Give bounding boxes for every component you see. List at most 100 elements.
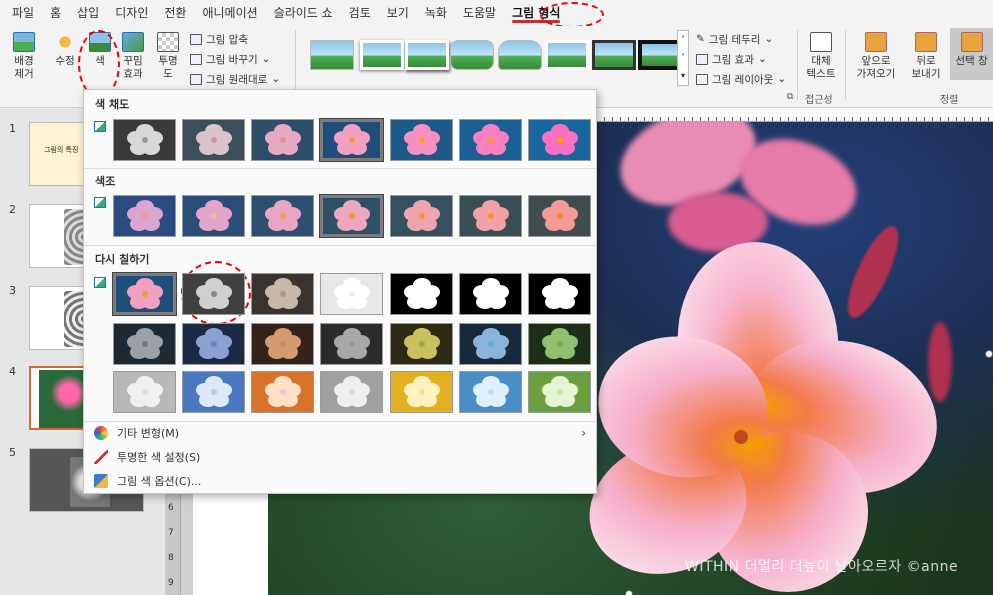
menu-help[interactable]: 도움말 bbox=[455, 0, 504, 26]
remove-background-label: 배경 제거 bbox=[14, 55, 34, 80]
menu-slideshow[interactable]: 슬라이드 쇼 bbox=[266, 0, 341, 26]
recolor-option-21[interactable] bbox=[528, 371, 591, 413]
change-picture-button[interactable]: 그림 바꾸기 ⌄ bbox=[190, 50, 270, 68]
artistic-effects-label: 꾸밈 효과 bbox=[123, 55, 143, 80]
recolor-option-10[interactable] bbox=[251, 323, 314, 365]
menu-review[interactable]: 검토 bbox=[341, 0, 379, 26]
recolor-option-20[interactable] bbox=[459, 371, 522, 413]
bring-forward-label: 앞으로 가져오기 bbox=[856, 55, 896, 80]
bring-forward-button[interactable]: 앞으로 가져오기 bbox=[850, 28, 902, 81]
transparency-icon bbox=[157, 32, 179, 52]
selection-pane-button[interactable]: 선택 창 bbox=[950, 28, 993, 80]
picture-color-icon bbox=[89, 32, 111, 52]
tone-option-5[interactable] bbox=[390, 195, 453, 237]
bring-forward-icon bbox=[865, 32, 887, 52]
recolor-option-1[interactable] bbox=[112, 272, 177, 316]
recolor-option-7[interactable] bbox=[528, 273, 591, 315]
sun-icon bbox=[54, 32, 76, 52]
saturation-option-2[interactable] bbox=[182, 119, 245, 161]
recolor-option-4[interactable] bbox=[320, 273, 383, 315]
saturation-option-4[interactable] bbox=[319, 118, 384, 162]
change-picture-label: 그림 바꾸기 bbox=[206, 53, 258, 66]
menu-file[interactable]: 파일 bbox=[4, 0, 42, 26]
menu-home[interactable]: 홈 bbox=[42, 0, 69, 26]
selection-handle[interactable] bbox=[625, 590, 633, 595]
send-backward-button[interactable]: 뒤로 보내기 bbox=[904, 28, 948, 81]
picture-style-7[interactable] bbox=[592, 40, 636, 70]
picture-style-4[interactable] bbox=[450, 40, 494, 70]
artistic-effects-button[interactable]: 꾸밈 효과 bbox=[118, 28, 148, 81]
picture-color-options-item[interactable]: 그림 색 옵션(C)... bbox=[84, 469, 596, 493]
picture-style-6[interactable] bbox=[545, 40, 589, 70]
tone-option-7[interactable] bbox=[528, 195, 591, 237]
set-transparent-color-item[interactable]: 투명한 색 설정(S) bbox=[84, 445, 596, 469]
picture-border-button[interactable]: ✎ 그림 테두리 ⌄ bbox=[696, 30, 773, 48]
section-separator bbox=[84, 168, 596, 169]
slide-page-edge bbox=[193, 490, 269, 595]
tone-option-1[interactable] bbox=[113, 195, 176, 237]
section-separator bbox=[84, 245, 596, 246]
saturation-option-7[interactable] bbox=[528, 119, 591, 161]
slide-number: 2 bbox=[9, 203, 16, 216]
more-variations-item[interactable]: 기타 변형(M) › bbox=[84, 421, 596, 445]
picture-style-5[interactable] bbox=[498, 40, 542, 70]
recolor-option-2[interactable] bbox=[182, 273, 245, 315]
eyedropper-icon bbox=[94, 450, 108, 464]
picture-style-1[interactable] bbox=[310, 40, 354, 70]
saturation-option-1[interactable] bbox=[113, 119, 176, 161]
gallery-scroll[interactable]: ˄ ˅ ▾ bbox=[677, 30, 689, 86]
recolor-option-5[interactable] bbox=[390, 273, 453, 315]
dialog-launcher-icon[interactable]: ⧉ bbox=[787, 92, 793, 102]
recolor-option-11[interactable] bbox=[320, 323, 383, 365]
picture-effects-button[interactable]: 그림 효과 ⌄ bbox=[696, 50, 767, 68]
recolor-option-12[interactable] bbox=[390, 323, 453, 365]
recolor-option-16[interactable] bbox=[182, 371, 245, 413]
compress-icon bbox=[190, 33, 202, 45]
artistic-effects-icon bbox=[122, 32, 144, 52]
corrections-button[interactable]: 수정 bbox=[50, 28, 80, 68]
accessibility-group-label: 접근성 bbox=[805, 95, 833, 106]
selection-handle[interactable] bbox=[985, 350, 993, 358]
menu-design[interactable]: 디자인 bbox=[107, 0, 156, 26]
picture-style-2[interactable] bbox=[360, 40, 404, 70]
recolor-option-14[interactable] bbox=[528, 323, 591, 365]
recolor-option-19[interactable] bbox=[390, 371, 453, 413]
recolor-option-13[interactable] bbox=[459, 323, 522, 365]
reset-picture-button[interactable]: 그림 원래대로 ⌄ bbox=[190, 70, 280, 88]
picture-style-8[interactable] bbox=[638, 40, 682, 70]
recolor-option-3[interactable] bbox=[251, 273, 314, 315]
recolor-option-15[interactable] bbox=[113, 371, 176, 413]
saturation-option-3[interactable] bbox=[251, 119, 314, 161]
saturation-option-6[interactable] bbox=[459, 119, 522, 161]
chevron-down-icon: ⌄ bbox=[757, 53, 767, 65]
transparency-button[interactable]: 투명 도 bbox=[153, 28, 183, 81]
menu-view[interactable]: 보기 bbox=[379, 0, 417, 26]
recolor-option-9[interactable] bbox=[182, 323, 245, 365]
tone-option-4[interactable] bbox=[319, 194, 384, 238]
color-dropdown-panel: 색 채도 색조 다시 칠하기 기타 변형(M) › 투명한 색 설정(S) 그림… bbox=[83, 89, 597, 494]
chevron-down-icon: ⌄ bbox=[261, 53, 271, 65]
compress-pictures-button[interactable]: 그림 압축 bbox=[190, 30, 248, 48]
recolor-option-6[interactable] bbox=[459, 273, 522, 315]
alt-text-icon bbox=[810, 32, 832, 52]
remove-background-button[interactable]: 배경 제거 bbox=[6, 28, 42, 81]
menu-transitions[interactable]: 전환 bbox=[156, 0, 194, 26]
picture-layout-label: 그림 레이아웃 bbox=[712, 73, 774, 86]
tone-option-3[interactable] bbox=[251, 195, 314, 237]
recolor-option-17[interactable] bbox=[251, 371, 314, 413]
picture-layout-button[interactable]: 그림 레이아웃 ⌄ bbox=[696, 70, 786, 88]
menu-picture-format[interactable]: 그림 형식 bbox=[504, 0, 568, 26]
saturation-section-title: 색 채도 bbox=[95, 98, 130, 111]
menu-insert[interactable]: 삽입 bbox=[69, 0, 107, 26]
menu-record[interactable]: 녹화 bbox=[417, 0, 455, 26]
picture-style-3[interactable] bbox=[405, 40, 449, 70]
tone-option-2[interactable] bbox=[182, 195, 245, 237]
recolor-option-8[interactable] bbox=[113, 323, 176, 365]
alt-text-button[interactable]: 대체 텍스트 bbox=[803, 28, 839, 81]
tone-option-6[interactable] bbox=[459, 195, 522, 237]
recolor-option-18[interactable] bbox=[320, 371, 383, 413]
color-button[interactable]: 색 bbox=[85, 28, 115, 68]
slide-number: 4 bbox=[9, 365, 16, 378]
menu-animations[interactable]: 애니메이션 bbox=[194, 0, 265, 26]
saturation-option-5[interactable] bbox=[390, 119, 453, 161]
